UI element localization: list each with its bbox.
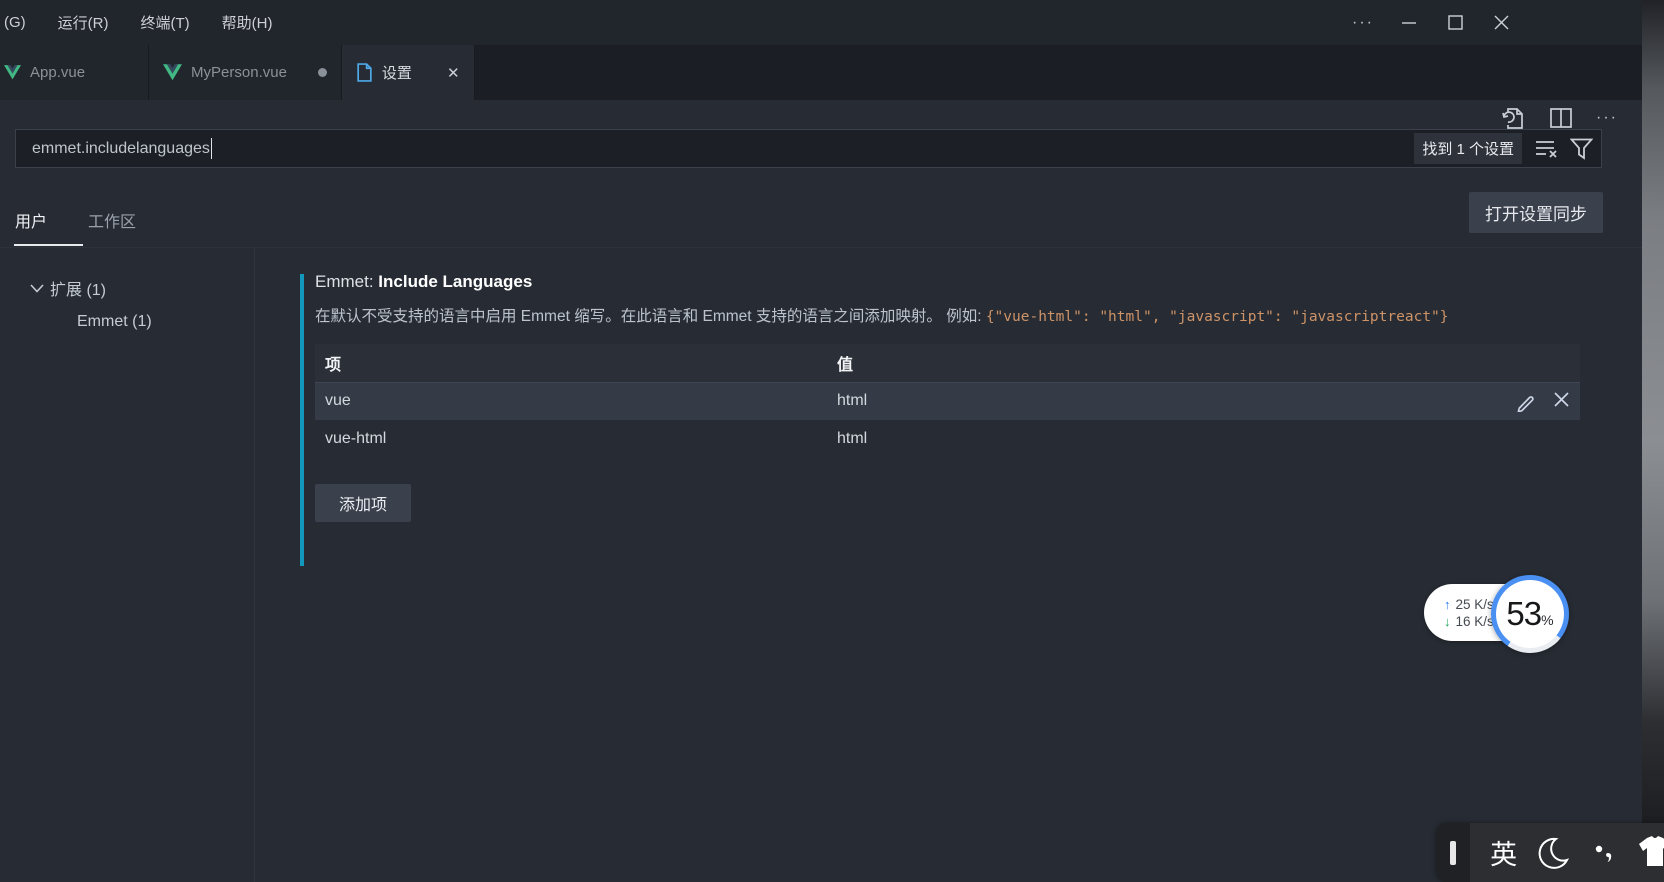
- table-header-row: 项 值: [315, 344, 1580, 382]
- settings-scope-header: 用户 工作区 打开设置同步: [0, 180, 1642, 248]
- search-actions: 找到 1 个设置: [1414, 133, 1593, 164]
- turn-on-settings-sync-button[interactable]: 打开设置同步: [1469, 192, 1603, 233]
- ime-toolbar[interactable]: 英: [1436, 823, 1664, 882]
- setting-title-name: Include Languages: [378, 272, 532, 291]
- toc-label: Emmet (1): [77, 313, 152, 331]
- setting-title-prefix: Emmet:: [315, 272, 378, 291]
- menu-help[interactable]: 帮助(H): [210, 8, 285, 37]
- row-value: html: [827, 382, 1470, 420]
- close-tab-icon[interactable]: ✕: [447, 64, 460, 82]
- close-window-icon[interactable]: [1478, 0, 1524, 45]
- memory-usage-ball[interactable]: 53 %: [1491, 575, 1569, 653]
- text-cursor-icon: [1450, 841, 1456, 865]
- tab-myperson-vue[interactable]: MyPerson.vue: [149, 45, 342, 100]
- toc-item-extensions[interactable]: 扩展 (1): [30, 276, 106, 300]
- setting-title: Emmet: Include Languages: [315, 270, 1585, 292]
- vue-icon: [163, 64, 182, 81]
- scope-tab-user[interactable]: 用户: [15, 208, 47, 232]
- memory-percent-unit: %: [1541, 612, 1553, 628]
- upload-arrow-icon: ↑: [1444, 597, 1451, 612]
- more-actions-icon[interactable]: ···: [1596, 109, 1618, 127]
- setting-description-code: {"vue-html": "html", "javascript": "java…: [986, 309, 1449, 325]
- tab-label: MyPerson.vue: [191, 64, 287, 81]
- column-header-value: 值: [827, 344, 1470, 382]
- toc-item-emmet[interactable]: Emmet (1): [77, 313, 152, 331]
- tab-settings[interactable]: 设置 ✕: [342, 45, 475, 100]
- setting-description-text: 在默认不受支持的语言中启用 Emmet 缩写。在此语言和 Emmet 支持的语言…: [315, 308, 986, 325]
- menu-run[interactable]: 运行(R): [46, 8, 121, 37]
- setting-item-emmet-include-languages: Emmet: Include Languages 在默认不受支持的语言中启用 E…: [300, 270, 1585, 522]
- download-speed-value: 16 K/s: [1456, 614, 1494, 629]
- tab-label: 设置: [382, 62, 412, 83]
- titlebar: (G) 运行(R) 终端(T) 帮助(H) ···: [0, 0, 1642, 45]
- desktop-wallpaper: [1642, 0, 1664, 882]
- edit-item-icon[interactable]: [1516, 391, 1537, 412]
- upload-speed-value: 25 K/s: [1456, 597, 1494, 612]
- ime-cursor-section[interactable]: [1436, 823, 1470, 882]
- menu-terminal[interactable]: 终端(T): [129, 8, 202, 37]
- toc-label: 扩展 (1): [50, 276, 106, 300]
- window-controls: ···: [1340, 0, 1524, 45]
- table-row[interactable]: vue html: [315, 382, 1580, 420]
- memory-usage-ball-face: 53 %: [1496, 580, 1564, 648]
- add-item-button[interactable]: 添加项: [315, 484, 411, 522]
- table-row[interactable]: vue-html html: [315, 420, 1580, 458]
- active-tab-underline: [14, 244, 83, 246]
- ime-language-toggle[interactable]: 英: [1484, 833, 1523, 872]
- titlebar-more-icon[interactable]: ···: [1340, 0, 1386, 45]
- tab-app-vue[interactable]: App.vue: [0, 45, 149, 100]
- open-settings-json-icon[interactable]: [1500, 105, 1526, 131]
- screen: (G) 运行(R) 终端(T) 帮助(H) ···: [0, 0, 1664, 882]
- settings-search-input[interactable]: emmet.includelanguages 找到 1 个设置: [15, 129, 1602, 168]
- download-arrow-icon: ↓: [1444, 614, 1451, 629]
- moon-icon[interactable]: [1531, 835, 1574, 871]
- maximize-icon[interactable]: [1432, 0, 1478, 45]
- row-key: vue-html: [315, 420, 827, 458]
- menu-go[interactable]: (G): [2, 10, 38, 35]
- minimize-icon[interactable]: [1386, 0, 1432, 45]
- setting-description: 在默认不受支持的语言中启用 Emmet 缩写。在此语言和 Emmet 支持的语言…: [315, 302, 1585, 332]
- text-caret: [211, 138, 213, 159]
- settings-file-icon: [356, 63, 373, 82]
- clear-search-icon[interactable]: [1534, 138, 1558, 160]
- remove-item-icon[interactable]: [1553, 391, 1570, 408]
- search-value: emmet.includelanguages: [24, 140, 210, 158]
- chevron-down-icon: [30, 284, 44, 293]
- split-editor-icon[interactable]: [1550, 108, 1572, 128]
- vscode-window: (G) 运行(R) 终端(T) 帮助(H) ···: [0, 0, 1642, 882]
- row-value: html: [827, 420, 1470, 458]
- result-count-badge: 找到 1 个设置: [1414, 133, 1522, 164]
- vue-icon: [4, 65, 21, 80]
- editor-tabs: App.vue MyPerson.vue 设置 ✕: [0, 45, 1642, 100]
- include-languages-table: 项 值 vue html: [315, 344, 1580, 458]
- menubar: (G) 运行(R) 终端(T) 帮助(H): [2, 0, 284, 45]
- scope-tab-workspace[interactable]: 工作区: [88, 208, 136, 232]
- skin-shirt-icon[interactable]: [1633, 836, 1664, 870]
- column-header-key: 项: [315, 344, 827, 382]
- punctuation-icon[interactable]: [1582, 840, 1625, 866]
- toc-divider: [254, 248, 255, 882]
- modified-indicator: [300, 274, 304, 566]
- memory-percent-value: 53: [1506, 595, 1541, 633]
- row-key: vue: [315, 382, 827, 420]
- tab-label: App.vue: [30, 64, 85, 81]
- modified-dot-icon[interactable]: [318, 68, 327, 77]
- filter-icon[interactable]: [1570, 138, 1593, 160]
